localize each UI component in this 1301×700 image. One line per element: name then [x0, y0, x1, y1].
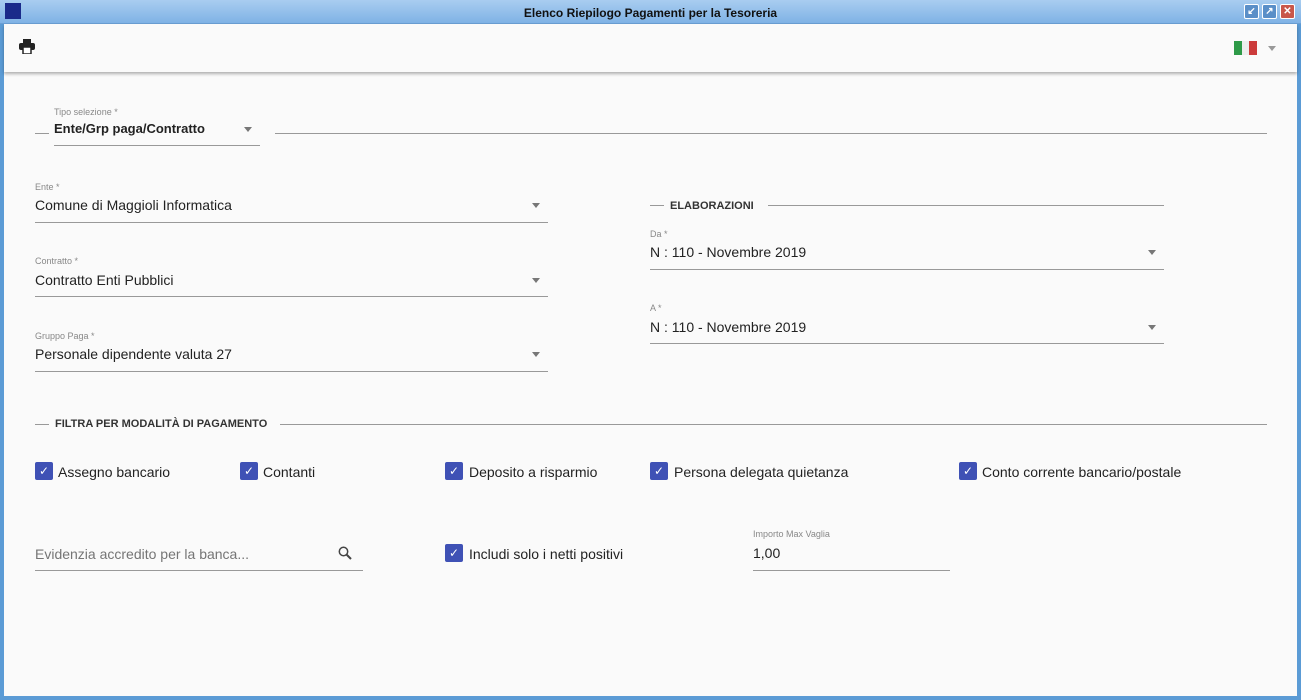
chevron-down-icon	[1148, 250, 1156, 255]
ente-label: Ente *	[35, 182, 60, 192]
da-select[interactable]: N : 110 - Novembre 2019	[650, 244, 1164, 270]
window-title: Elenco Riepilogo Pagamenti per la Tesore…	[523, 6, 778, 20]
a-label: A *	[650, 303, 662, 313]
restore-button[interactable]: ↙	[1244, 4, 1259, 19]
importo-value: 1,00	[753, 545, 781, 561]
language-dropdown-icon[interactable]	[1268, 46, 1276, 51]
toolbar	[4, 24, 1297, 72]
chevron-down-icon	[532, 203, 540, 208]
tipo-selezione-select[interactable]: Ente/Grp paga/Contratto	[54, 120, 260, 146]
title-bar: Elenco Riepilogo Pagamenti per la Tesore…	[0, 0, 1301, 24]
netti-positivi-label: Includi solo i netti positivi	[469, 546, 624, 562]
close-button[interactable]: ✕	[1280, 4, 1295, 19]
chevron-down-icon	[532, 352, 540, 357]
contanti-checkbox[interactable]: ✓	[240, 462, 258, 480]
chevron-down-icon	[244, 127, 252, 132]
contratto-select[interactable]: Contratto Enti Pubblici	[35, 272, 548, 297]
banca-search-field[interactable]	[35, 540, 363, 571]
gruppo-paga-value: Personale dipendente valuta 27	[35, 346, 232, 362]
search-icon[interactable]	[338, 546, 352, 560]
importo-label: Importo Max Vaglia	[753, 529, 830, 539]
tipo-selezione-label: Tipo selezione *	[54, 107, 118, 117]
ente-value: Comune di Maggioli Informatica	[35, 197, 232, 213]
a-value: N : 110 - Novembre 2019	[650, 319, 807, 335]
main-window: Tipo selezione * Ente/Grp paga/Contratto…	[4, 24, 1297, 696]
maximize-button[interactable]: ↗	[1262, 4, 1277, 19]
contratto-value: Contratto Enti Pubblici	[35, 272, 174, 288]
chevron-down-icon	[532, 278, 540, 283]
deposito-checkbox[interactable]: ✓	[445, 462, 463, 480]
banca-search-input[interactable]	[35, 540, 325, 568]
persona-delegata-label: Persona delegata quietanza	[674, 464, 849, 480]
contratto-label: Contratto *	[35, 256, 79, 266]
tipo-selezione-value: Ente/Grp paga/Contratto	[54, 121, 205, 136]
chevron-down-icon	[1148, 325, 1156, 330]
gruppo-paga-label: Gruppo Paga *	[35, 331, 95, 341]
conto-corrente-checkbox[interactable]: ✓	[959, 462, 977, 480]
gruppo-paga-select[interactable]: Personale dipendente valuta 27	[35, 346, 548, 372]
conto-corrente-label: Conto corrente bancario/postale	[982, 464, 1182, 480]
contanti-label: Contanti	[263, 464, 316, 480]
persona-delegata-checkbox[interactable]: ✓	[650, 462, 668, 480]
assegno-label: Assegno bancario	[58, 464, 171, 480]
a-select[interactable]: N : 110 - Novembre 2019	[650, 319, 1164, 344]
importo-input[interactable]: 1,00	[753, 545, 950, 571]
italian-flag-icon[interactable]	[1234, 41, 1258, 55]
deposito-label: Deposito a risparmio	[469, 464, 598, 480]
filtra-title: FILTRA PER MODALITÀ DI PAGAMENTO	[55, 418, 268, 430]
da-value: N : 110 - Novembre 2019	[650, 244, 807, 260]
netti-positivi-checkbox[interactable]: ✓	[445, 544, 463, 562]
print-icon[interactable]	[19, 39, 35, 54]
da-label: Da *	[650, 229, 668, 239]
elaborazioni-title: ELABORAZIONI	[670, 200, 754, 212]
ente-select[interactable]: Comune di Maggioli Informatica	[35, 197, 548, 223]
assegno-checkbox[interactable]: ✓	[35, 462, 53, 480]
